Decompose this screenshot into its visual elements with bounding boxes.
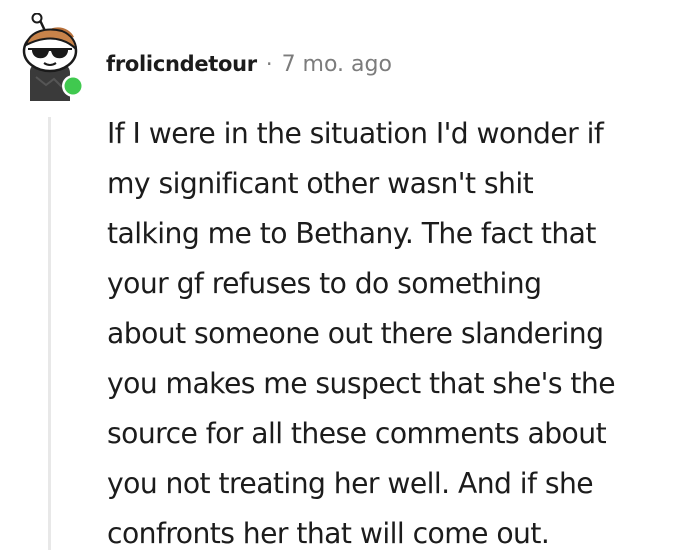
snoo-sunglasses-avatar-icon — [22, 12, 84, 101]
meta-separator: · — [265, 52, 273, 76]
comment-body-line: about someone out there slandering — [107, 317, 604, 350]
comment-body-line: your gf refuses to do something — [107, 267, 542, 300]
comment-body-line: my significant other wasn't shit — [107, 167, 534, 200]
comment-body-line: source for all these comments about — [107, 417, 607, 450]
user-avatar[interactable] — [16, 12, 86, 101]
comment-body-line: talking me to Bethany. The fact that — [107, 217, 596, 250]
comment-body-line: you not treating her well. And if she — [107, 467, 594, 500]
comment-body-line: If I were in the situation I'd wonder if — [107, 117, 604, 150]
author-username[interactable]: frolicndetour — [106, 52, 257, 76]
comment-header: frolicndetour · 7 mo. ago — [106, 46, 392, 82]
comment-body-line: confronts her that will come out. — [107, 517, 550, 550]
comment-timestamp[interactable]: 7 mo. ago — [282, 52, 392, 77]
comment-body-line: you makes me suspect that she's the — [107, 367, 616, 400]
thread-collapse-line[interactable] — [48, 117, 51, 550]
comment-body: If I were in the situation I'd wonder if… — [107, 109, 697, 550]
comment: frolicndetour · 7 mo. ago If I were in t… — [0, 0, 700, 550]
